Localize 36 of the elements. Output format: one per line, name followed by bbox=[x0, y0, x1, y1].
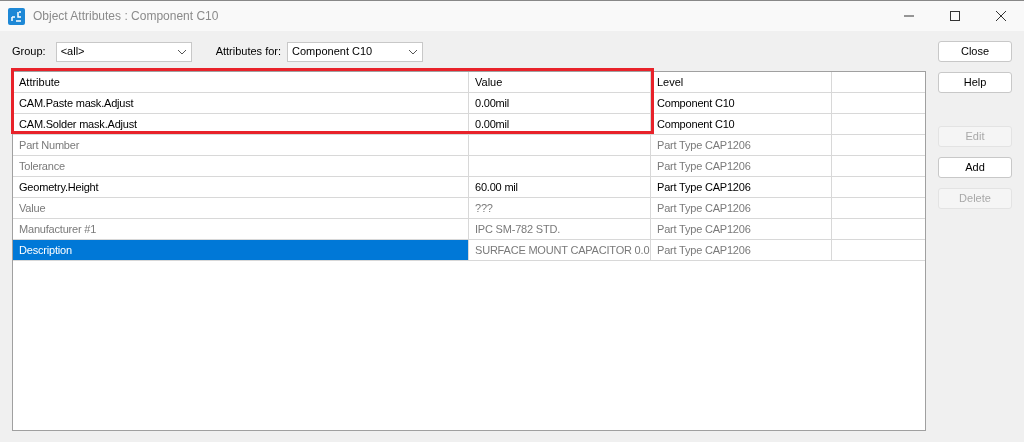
table-cell: ??? bbox=[469, 198, 651, 218]
window-title: Object Attributes : Component C10 bbox=[33, 8, 219, 25]
app-icon bbox=[8, 7, 25, 25]
table-cell: 0.00mil bbox=[469, 114, 651, 134]
table-cell: Component C10 bbox=[651, 93, 832, 113]
table-cell: Component C10 bbox=[651, 114, 832, 134]
table-cell: 0.00mil bbox=[469, 93, 651, 113]
column-header[interactable]: Attribute bbox=[13, 72, 469, 92]
column-header[interactable]: Level bbox=[651, 72, 832, 92]
dialog-button[interactable]: Help bbox=[938, 72, 1012, 93]
dialog-button[interactable]: Add bbox=[938, 157, 1012, 178]
table-cell[interactable]: Part Number bbox=[13, 135, 469, 155]
column-header[interactable]: Value bbox=[469, 72, 651, 92]
chevron-down-icon bbox=[408, 48, 419, 55]
table-cell: Part Type CAP1206 bbox=[651, 240, 832, 260]
table-cell[interactable]: Tolerance bbox=[13, 156, 469, 176]
table-cell: Part Type CAP1206 bbox=[651, 219, 832, 239]
table-cell: Part Type CAP1206 bbox=[651, 156, 832, 176]
table-cell[interactable]: CAM.Paste mask.Adjust bbox=[13, 93, 469, 113]
table-cell[interactable]: Description bbox=[13, 240, 469, 260]
dropdown[interactable]: <all> bbox=[55, 41, 192, 62]
filter-label: Group: bbox=[12, 44, 46, 60]
dropdown[interactable]: Component C10 bbox=[287, 41, 424, 62]
table-cell[interactable]: Geometry.Height bbox=[13, 177, 469, 197]
table-cell[interactable]: Manufacturer #1 bbox=[13, 219, 469, 239]
filter-label: Attributes for: bbox=[215, 44, 282, 60]
table-cell: 60.00 mil bbox=[469, 177, 651, 197]
table-cell: SURFACE MOUNT CAPACITOR 0.0 bbox=[469, 240, 651, 260]
table-cell[interactable]: Value bbox=[13, 198, 469, 218]
table-cell: Part Type CAP1206 bbox=[651, 135, 832, 155]
table-cell: IPC SM-782 STD. bbox=[469, 219, 651, 239]
table-cell: Part Type CAP1206 bbox=[651, 198, 832, 218]
table-cell: Part Type CAP1206 bbox=[651, 177, 832, 197]
dialog-button[interactable]: Close bbox=[938, 41, 1012, 62]
chevron-down-icon bbox=[176, 48, 187, 55]
table-cell[interactable]: CAM.Solder mask.Adjust bbox=[13, 114, 469, 134]
